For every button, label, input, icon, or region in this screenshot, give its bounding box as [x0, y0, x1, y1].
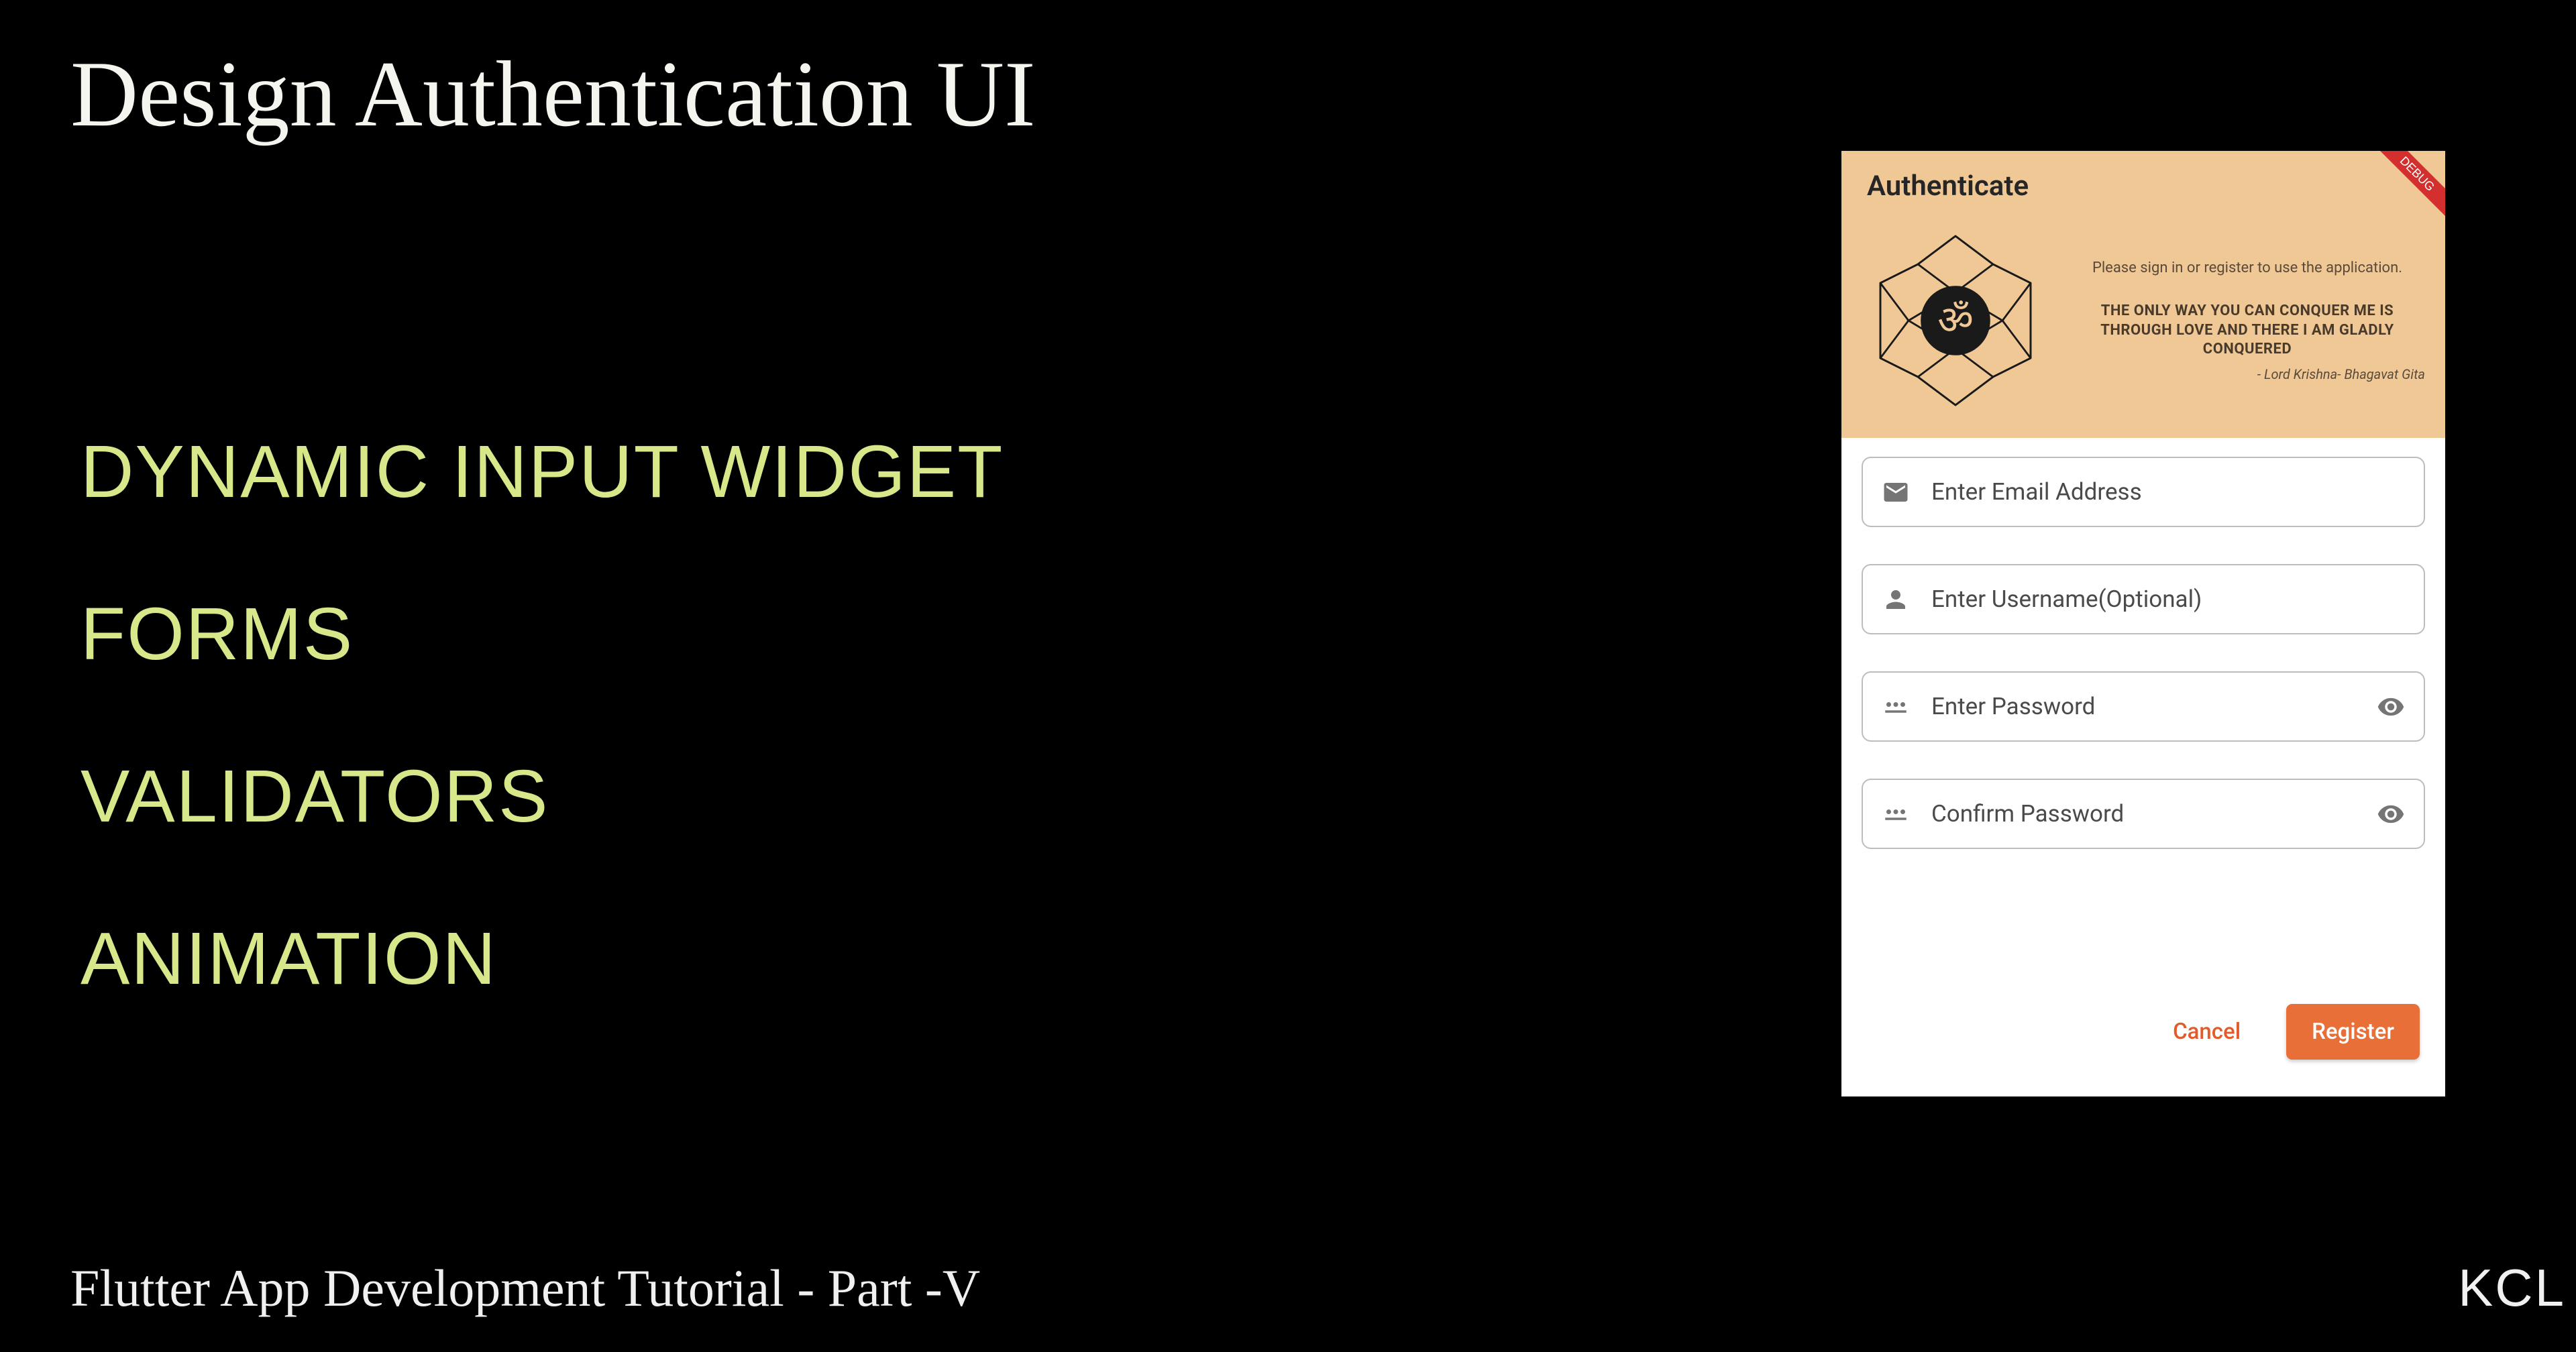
visibility-toggle-icon[interactable]	[2377, 693, 2405, 721]
bullet-item: VALIDATORS	[80, 754, 1004, 839]
person-icon	[1882, 585, 1910, 614]
password-dots-icon	[1882, 800, 1910, 828]
phone-mockup: Authenticate DEBUG ॐ Please sign in or r…	[1841, 151, 2445, 1096]
hero-attribution: - Lord Krishna- Bhagavat Gita	[2070, 366, 2425, 382]
om-mandala-icon: ॐ	[1862, 227, 2049, 414]
password-placeholder: Enter Password	[1931, 693, 2355, 720]
visibility-toggle-icon[interactable]	[2377, 800, 2405, 828]
username-placeholder: Enter Username(Optional)	[1931, 585, 2405, 613]
hero-quote: THE ONLY WAY YOU CAN CONQUER ME IS THROU…	[2070, 302, 2425, 359]
hero-text: Please sign in or register to use the ap…	[2070, 259, 2425, 382]
app-bar-title: Authenticate	[1867, 170, 2029, 203]
debug-banner: DEBUG	[2362, 151, 2445, 229]
bullet-item: DYNAMIC INPUT WIDGET	[80, 429, 1004, 514]
email-placeholder: Enter Email Address	[1931, 478, 2405, 506]
confirm-password-placeholder: Confirm Password	[1931, 800, 2355, 828]
form-area: Enter Email Address Enter Username(Optio…	[1841, 438, 2445, 905]
confirm-password-field[interactable]: Confirm Password	[1862, 779, 2425, 849]
email-icon	[1882, 478, 1910, 506]
app-bar: Authenticate DEBUG	[1841, 151, 2445, 221]
password-dots-icon	[1882, 693, 1910, 721]
footer-subtitle: Flutter App Development Tutorial - Part …	[70, 1258, 980, 1318]
email-field[interactable]: Enter Email Address	[1862, 457, 2425, 527]
svg-text:ॐ: ॐ	[1937, 299, 1974, 343]
password-field[interactable]: Enter Password	[1862, 671, 2425, 742]
hero-subtitle: Please sign in or register to use the ap…	[2070, 259, 2425, 278]
button-row: Cancel Register	[2154, 1004, 2420, 1060]
bullet-item: FORMS	[80, 592, 1004, 677]
register-button[interactable]: Register	[2286, 1004, 2420, 1060]
page-title: Design Authentication UI	[70, 40, 1036, 148]
brand-label: KCL	[2458, 1257, 2566, 1318]
hero-banner: ॐ Please sign in or register to use the …	[1841, 221, 2445, 438]
bullet-item: ANIMATION	[80, 916, 1004, 1001]
bullet-list: DYNAMIC INPUT WIDGET FORMS VALIDATORS AN…	[80, 429, 1004, 1078]
cancel-button[interactable]: Cancel	[2154, 1005, 2259, 1058]
username-field[interactable]: Enter Username(Optional)	[1862, 564, 2425, 634]
